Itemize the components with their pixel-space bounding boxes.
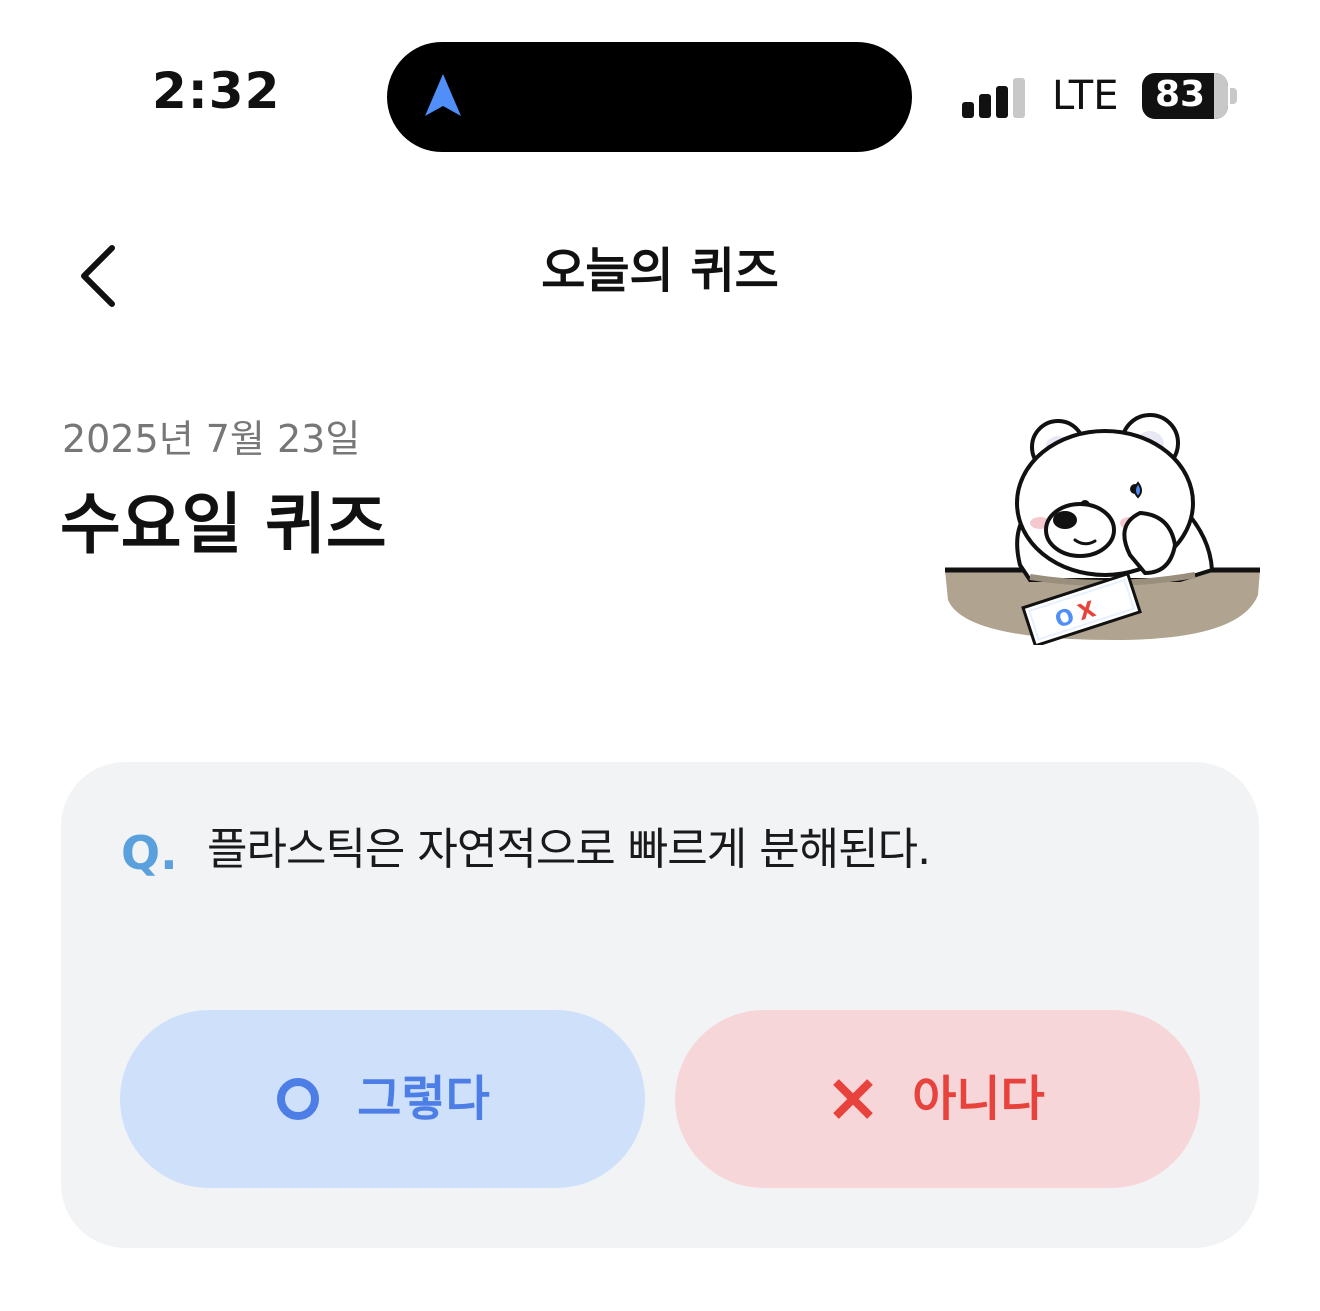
dynamic-island bbox=[387, 42, 912, 152]
location-arrow-icon bbox=[425, 74, 461, 116]
answer-yes-label: 그렇다 bbox=[357, 1071, 490, 1127]
battery-icon: 83 bbox=[1142, 73, 1228, 119]
page-title: 오늘의 퀴즈 bbox=[541, 243, 779, 299]
status-time: 2:32 bbox=[152, 62, 281, 120]
network-type: LTE bbox=[1052, 73, 1119, 119]
quiz-date: 2025년 7월 23일 bbox=[62, 417, 361, 461]
x-mark-icon bbox=[833, 1079, 874, 1119]
question-prefix: Q. bbox=[121, 826, 178, 880]
answer-no-button[interactable]: 아니다 bbox=[675, 1010, 1200, 1188]
battery-cap bbox=[1230, 88, 1237, 104]
battery-percent: 83 bbox=[1154, 74, 1206, 115]
circle-o-icon bbox=[277, 1078, 320, 1120]
answer-no-label: 아니다 bbox=[912, 1071, 1045, 1127]
question-text: 플라스틱은 자연적으로 빠르게 분해된다. bbox=[207, 824, 931, 875]
cellular-signal-icon bbox=[962, 76, 1028, 118]
answer-yes-button[interactable]: 그렇다 bbox=[120, 1010, 645, 1188]
quiz-title: 수요일 퀴즈 bbox=[60, 486, 387, 563]
bear-mascot-illustration: O X bbox=[945, 413, 1260, 645]
